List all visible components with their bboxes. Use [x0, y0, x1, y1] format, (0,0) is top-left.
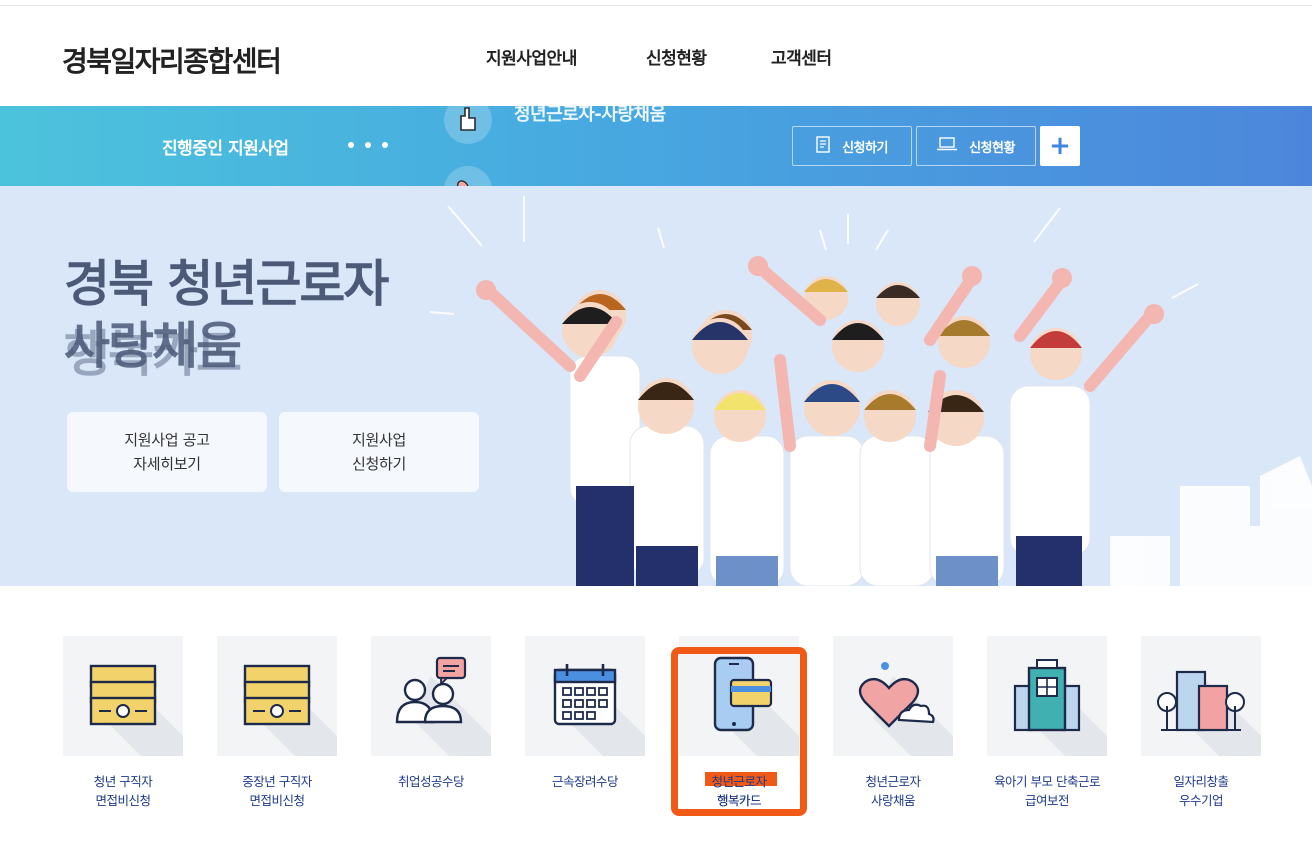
service-item-middleaged-interview[interactable]: 중장년 구직자 면접비신청 — [217, 636, 337, 808]
ongoing-programs-bar: 진행중인 지원사업 청년근로자-사랑채움 신청하기 신청현황 + — [0, 106, 1312, 186]
service-label[interactable]: 일자리창출 우수기업 — [1121, 772, 1281, 810]
laptop-icon — [937, 137, 958, 155]
status-button[interactable]: 신청현황 — [916, 126, 1036, 166]
document-icon — [816, 135, 830, 157]
site-logo[interactable]: 경북일자리종합센터 — [62, 40, 282, 80]
service-label[interactable]: 청년근로자 사랑채움 — [813, 772, 973, 810]
money-stack-icon[interactable] — [63, 636, 183, 756]
hero-title: 경북 청년근로자 — [64, 255, 389, 313]
apply-button-label: 신청하기 — [842, 140, 888, 156]
hand-point-icon — [444, 106, 492, 144]
service-item-parenting-reduced-hours[interactable]: 육아기 부모 단축근로 급여보전 — [987, 636, 1107, 808]
hero-subtitle: 사랑채움 — [64, 317, 242, 375]
nav-item-application-status[interactable]: 신청현황 — [646, 44, 707, 69]
calendar-icon[interactable] — [525, 636, 645, 756]
service-item-youth-interview[interactable]: 청년 구직자 면접비신청 — [63, 636, 183, 808]
service-label[interactable]: 취업성공수당 — [351, 772, 511, 791]
service-label[interactable]: 근속장려수당 — [505, 772, 665, 791]
apply-button[interactable]: 신청하기 — [792, 126, 912, 166]
heart-icon — [444, 166, 492, 186]
hero-banner: 경북 청년근로자 행복카드 사랑채움 지원사업 공고 자세히보기 지원사업 신청… — [0, 186, 1312, 586]
people-chat-icon[interactable] — [371, 636, 491, 756]
plus-button[interactable]: + — [1040, 126, 1080, 166]
service-item-job-creation-company[interactable]: 일자리창출 우수기업 — [1141, 636, 1261, 808]
money-stack-icon[interactable] — [217, 636, 337, 756]
notice-detail-button[interactable]: 지원사업 공고 자세히보기 — [67, 412, 267, 492]
service-label[interactable]: 육아기 부모 단축근로 급여보전 — [967, 772, 1127, 810]
service-label[interactable]: 중장년 구직자 면접비신청 — [197, 772, 357, 810]
building-icon[interactable] — [987, 636, 1107, 756]
cheering-people-illustration — [429, 196, 1312, 586]
page: 경북일자리종합센터 지원사업안내 신청현황 고객센터 진행중인 지원사업 청년근… — [0, 0, 1312, 842]
service-item-retention-incentive[interactable]: 근속장려수당 — [525, 636, 645, 789]
more-dots-icon[interactable] — [348, 142, 388, 148]
service-label[interactable]: 청년 구직자 면접비신청 — [43, 772, 203, 810]
service-item-employment-success[interactable]: 취업성공수당 — [371, 636, 491, 789]
nav-item-support-info[interactable]: 지원사업안내 — [486, 44, 577, 69]
status-button-label: 신청현황 — [969, 140, 1015, 156]
city-trees-icon[interactable] — [1141, 636, 1261, 756]
site-header: 경북일자리종합센터 지원사업안내 신청현황 고객센터 — [0, 6, 1312, 106]
nav-item-customer-center[interactable]: 고객센터 — [771, 44, 832, 69]
ongoing-programs-title: 진행중인 지원사업 — [162, 139, 289, 159]
rolling-program-name[interactable]: 청년근로자-사랑채움 — [514, 106, 666, 126]
service-item-love-fill[interactable]: 청년근로자 사랑채움 — [833, 636, 953, 808]
service-label-highlighted[interactable]: 청년근로자 행복카드 — [659, 772, 819, 810]
heart-cloud-icon[interactable] — [833, 636, 953, 756]
